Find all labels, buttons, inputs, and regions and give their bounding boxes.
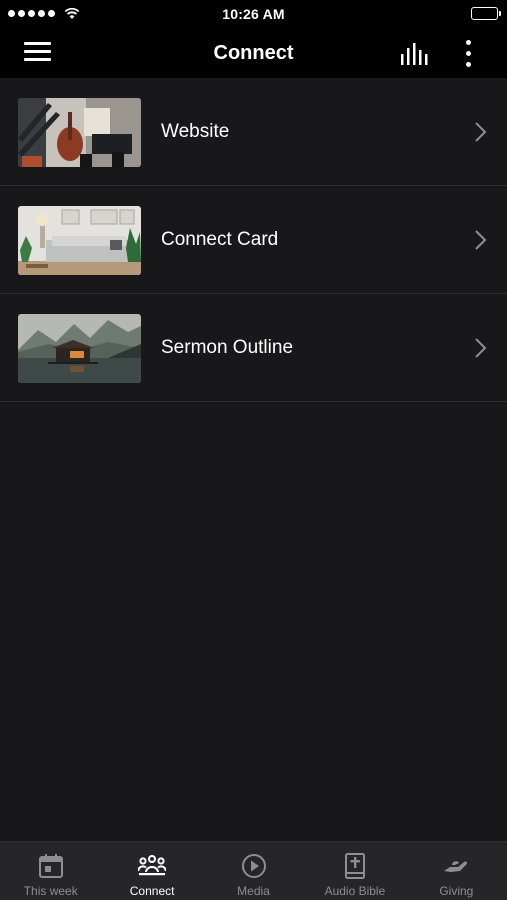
list-item-label: Website bbox=[161, 120, 230, 142]
wifi-icon bbox=[64, 7, 80, 19]
people-icon bbox=[138, 855, 167, 876]
more-options-icon[interactable] bbox=[456, 38, 480, 68]
chevron-right-icon bbox=[475, 121, 487, 142]
tab-label: Audio Bible bbox=[324, 884, 386, 898]
list-item-label: Connect Card bbox=[161, 228, 279, 250]
hamburger-menu-icon[interactable] bbox=[24, 42, 54, 64]
tab-label: Giving bbox=[439, 884, 474, 898]
chevron-right-icon bbox=[475, 337, 487, 358]
tab-label: This week bbox=[23, 884, 78, 898]
calendar-icon bbox=[38, 854, 63, 878]
tab-label: Media bbox=[237, 884, 270, 898]
list-item-website[interactable]: Website bbox=[0, 78, 507, 186]
play-icon bbox=[241, 854, 266, 878]
bible-icon bbox=[344, 853, 365, 879]
tab-connect[interactable]: Connect bbox=[101, 842, 202, 900]
audio-bars-icon[interactable] bbox=[398, 40, 432, 66]
tab-audio-bible[interactable]: Audio Bible bbox=[304, 842, 405, 900]
status-bar: 10:26 AM bbox=[0, 0, 507, 28]
signal-strength-icon bbox=[8, 6, 80, 20]
tab-media[interactable]: Media bbox=[203, 842, 304, 900]
status-time: 10:26 AM bbox=[222, 6, 285, 22]
list-item-label: Sermon Outline bbox=[161, 336, 294, 358]
list-item-sermon-outline[interactable]: Sermon Outline bbox=[0, 294, 507, 402]
connect-list: Website Connect Card Sermon Outline bbox=[0, 78, 507, 402]
page-title: Connect bbox=[213, 41, 294, 64]
nav-bar: Connect bbox=[0, 28, 507, 78]
person-with-guitar-photo bbox=[18, 98, 141, 167]
tab-bar: This week Connect Media Audio Bible Givi… bbox=[0, 841, 507, 900]
tab-this-week[interactable]: This week bbox=[0, 842, 101, 900]
chevron-right-icon bbox=[475, 229, 487, 250]
tab-giving[interactable]: Giving bbox=[406, 842, 507, 900]
list-item-connect-card[interactable]: Connect Card bbox=[0, 186, 507, 294]
giving-hand-icon bbox=[444, 861, 468, 872]
lake-cabin-photo bbox=[18, 314, 141, 383]
living-room-photo bbox=[18, 206, 141, 275]
battery-icon bbox=[471, 7, 501, 20]
screen: 10:26 AM Connect Website Connect Card Se… bbox=[0, 0, 507, 900]
tab-label: Connect bbox=[129, 884, 175, 898]
